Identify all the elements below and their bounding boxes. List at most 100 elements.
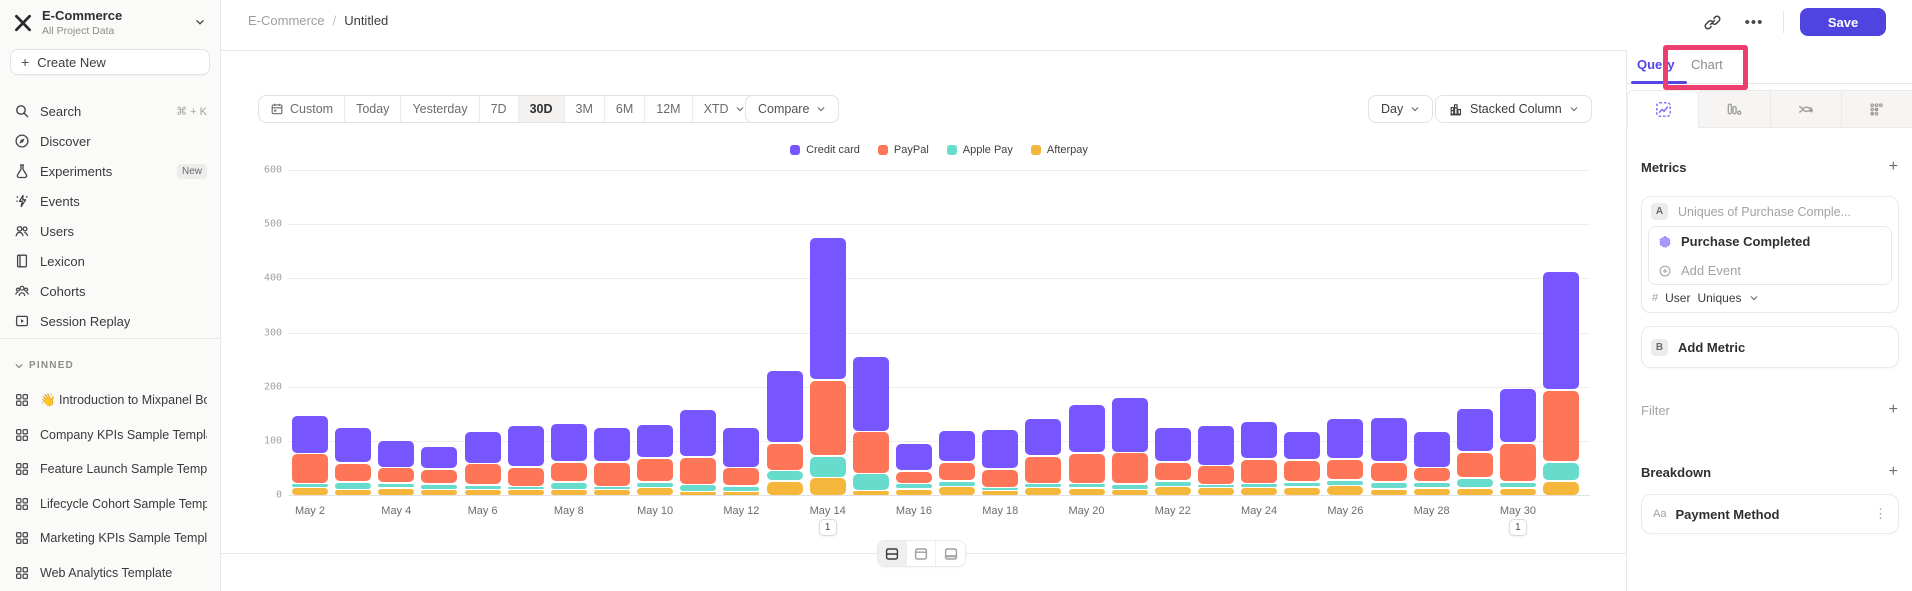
bar-segment[interactable] bbox=[1198, 488, 1234, 495]
bar-segment[interactable] bbox=[767, 444, 803, 470]
bar-segment[interactable] bbox=[1025, 484, 1061, 487]
bar-segment[interactable] bbox=[1500, 444, 1536, 481]
bar-segment[interactable] bbox=[335, 490, 371, 495]
report-tab-insights[interactable] bbox=[1627, 90, 1699, 128]
more-options-button[interactable]: ••• bbox=[1741, 9, 1767, 35]
bar-segment[interactable] bbox=[1155, 487, 1191, 495]
bar-segment[interactable] bbox=[292, 484, 328, 487]
bar-segment[interactable] bbox=[680, 485, 716, 490]
pinned-item-introduction-to-mixpanel-bo[interactable]: 👋 Introduction to Mixpanel Bo bbox=[0, 383, 221, 418]
bar-segment[interactable] bbox=[378, 468, 414, 482]
bar-segment[interactable] bbox=[637, 483, 673, 487]
bar-segment[interactable] bbox=[1284, 461, 1320, 481]
bar-segment[interactable] bbox=[1241, 488, 1277, 495]
bar-segment[interactable] bbox=[853, 432, 889, 473]
bar-segment[interactable] bbox=[1112, 485, 1148, 489]
bar-segment[interactable] bbox=[1500, 389, 1536, 442]
bar-segment[interactable] bbox=[853, 474, 889, 489]
bar-segment[interactable] bbox=[551, 483, 587, 489]
range-3m[interactable]: 3M bbox=[565, 96, 605, 122]
bar-segment[interactable] bbox=[982, 491, 1018, 495]
bar-segment[interactable] bbox=[767, 371, 803, 442]
bar-segment[interactable] bbox=[508, 490, 544, 495]
range-custom[interactable]: Custom bbox=[259, 96, 345, 122]
pinned-item-web-analytics-template[interactable]: Web Analytics Template bbox=[0, 556, 221, 591]
bar-segment[interactable] bbox=[1543, 482, 1579, 495]
sidebar-item-experiments[interactable]: ExperimentsNew bbox=[0, 156, 221, 186]
bar-segment[interactable] bbox=[1327, 419, 1363, 459]
bar-segment[interactable] bbox=[508, 487, 544, 489]
bar-segment[interactable] bbox=[982, 488, 1018, 490]
report-tab-retention[interactable] bbox=[1842, 90, 1912, 128]
bar-segment[interactable] bbox=[1327, 460, 1363, 480]
bar-segment[interactable] bbox=[939, 431, 975, 462]
bar-segment[interactable] bbox=[1155, 463, 1191, 480]
bar-segment[interactable] bbox=[1198, 485, 1234, 487]
bar-segment[interactable] bbox=[767, 482, 803, 495]
bar-segment[interactable] bbox=[1543, 463, 1579, 480]
bar-segment[interactable] bbox=[378, 441, 414, 467]
legend-item-credit-card[interactable]: Credit card bbox=[790, 144, 860, 156]
bar-segment[interactable] bbox=[1543, 272, 1579, 390]
pinned-item-feature-launch-sample-templa[interactable]: Feature Launch Sample Templa bbox=[0, 452, 221, 487]
bar-segment[interactable] bbox=[1155, 428, 1191, 462]
bar-segment[interactable] bbox=[1457, 489, 1493, 495]
share-link-button[interactable] bbox=[1699, 9, 1725, 35]
add-event-row[interactable]: Add Event bbox=[1649, 256, 1891, 285]
legend-item-afterpay[interactable]: Afterpay bbox=[1031, 144, 1088, 156]
add-breakdown-plus-icon[interactable]: + bbox=[1889, 464, 1898, 480]
pinned-item-company-kpis-sample-templat[interactable]: Company KPIs Sample Templat bbox=[0, 418, 221, 453]
bar-segment[interactable] bbox=[551, 490, 587, 495]
bar-segment[interactable] bbox=[810, 381, 846, 455]
bar-segment[interactable] bbox=[1414, 483, 1450, 488]
bar-segment[interactable] bbox=[1414, 468, 1450, 480]
breadcrumb-parent[interactable]: E-Commerce bbox=[248, 13, 325, 28]
bar-segment[interactable] bbox=[810, 478, 846, 495]
annotation-marker[interactable]: 1 bbox=[1509, 519, 1527, 536]
bar-segment[interactable] bbox=[1241, 484, 1277, 487]
project-switcher[interactable]: E-Commerce All Project Data bbox=[0, 0, 221, 46]
bar-segment[interactable] bbox=[421, 490, 457, 495]
annotation-marker[interactable]: 1 bbox=[819, 519, 837, 536]
bar-segment[interactable] bbox=[1069, 489, 1105, 495]
bar-segment[interactable] bbox=[1241, 460, 1277, 483]
bar-segment[interactable] bbox=[421, 485, 457, 489]
bar-segment[interactable] bbox=[292, 488, 328, 495]
metric-name-row[interactable]: A Uniques of Purchase Comple... bbox=[1642, 197, 1898, 226]
sidebar-item-events[interactable]: Events bbox=[0, 186, 221, 216]
bar-segment[interactable] bbox=[378, 484, 414, 488]
event-row[interactable]: Purchase Completed bbox=[1649, 227, 1891, 256]
bar-segment[interactable] bbox=[1371, 463, 1407, 481]
bar-segment[interactable] bbox=[1025, 488, 1061, 495]
bar-segment[interactable] bbox=[1284, 488, 1320, 495]
add-filter-plus-icon[interactable]: + bbox=[1889, 402, 1898, 418]
granularity-dropdown[interactable]: Day bbox=[1368, 95, 1433, 123]
bar-segment[interactable] bbox=[1457, 453, 1493, 477]
bar-segment[interactable] bbox=[1457, 479, 1493, 488]
save-button[interactable]: Save bbox=[1800, 8, 1886, 36]
bar-segment[interactable] bbox=[465, 432, 501, 462]
range-today[interactable]: Today bbox=[345, 96, 401, 122]
bar-segment[interactable] bbox=[1241, 422, 1277, 458]
bar-segment[interactable] bbox=[335, 464, 371, 481]
bar-segment[interactable] bbox=[723, 487, 759, 491]
bar-segment[interactable] bbox=[939, 482, 975, 486]
bar-segment[interactable] bbox=[637, 488, 673, 495]
bar-segment[interactable] bbox=[637, 425, 673, 458]
layout-top-button[interactable] bbox=[907, 541, 936, 566]
sidebar-item-cohorts[interactable]: Cohorts bbox=[0, 276, 221, 306]
bar-segment[interactable] bbox=[1112, 490, 1148, 495]
add-metric-plus-icon[interactable]: + bbox=[1889, 159, 1898, 175]
bar-segment[interactable] bbox=[1327, 486, 1363, 495]
pinned-section-toggle[interactable]: PINNED bbox=[14, 360, 74, 371]
bar-segment[interactable] bbox=[1414, 489, 1450, 495]
report-tab-funnels[interactable] bbox=[1699, 90, 1770, 128]
bar-segment[interactable] bbox=[767, 471, 803, 480]
bar-segment[interactable] bbox=[1284, 432, 1320, 460]
metric-card-b[interactable]: B Add Metric bbox=[1641, 326, 1899, 368]
bar-segment[interactable] bbox=[1025, 457, 1061, 483]
layout-split-button[interactable] bbox=[878, 541, 907, 566]
compare-button[interactable]: Compare bbox=[745, 95, 839, 123]
bar-segment[interactable] bbox=[421, 447, 457, 469]
bar-segment[interactable] bbox=[939, 487, 975, 495]
